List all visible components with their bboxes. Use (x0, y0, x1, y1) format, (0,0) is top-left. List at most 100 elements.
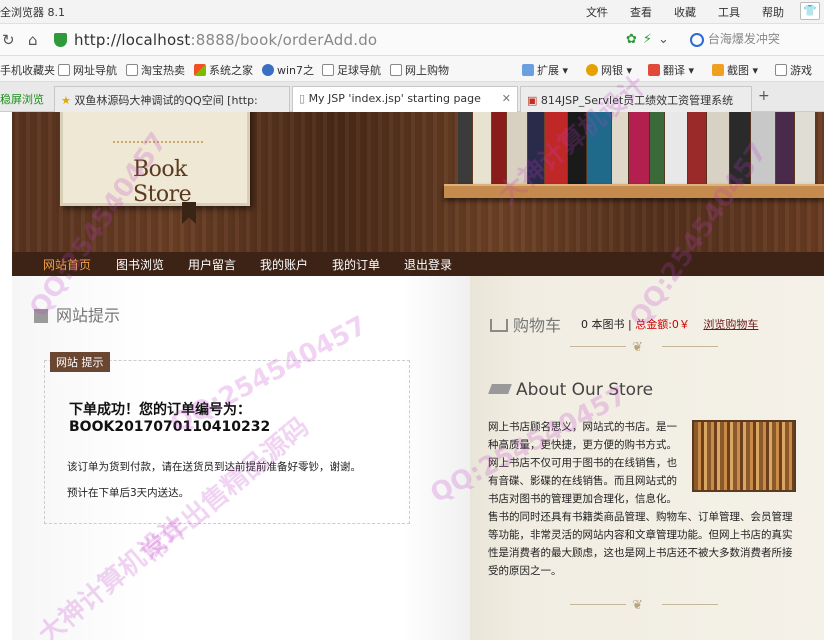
close-icon[interactable]: ✕ (502, 92, 511, 105)
tab-servlet[interactable]: ▣ 814JSP_Servlet员工绩效工资管理系统 (520, 86, 752, 112)
dropdown-icon[interactable]: ⌄ (658, 32, 669, 47)
fav-taobao[interactable]: 淘宝热卖 (126, 62, 185, 78)
security-shield-icon (54, 33, 67, 47)
fav-translate[interactable]: 翻译 ▾ (648, 62, 694, 78)
search-text: 台海爆发冲突 (707, 32, 780, 46)
address-bar: ↻ ⌂ http://localhost:8888/book/orderAdd.… (0, 24, 824, 56)
divider-line (570, 604, 626, 605)
cart-total: 总金额:0￥ (635, 318, 690, 331)
menu-help[interactable]: 帮助 (762, 4, 784, 20)
site-banner: Book Store (12, 112, 824, 252)
fav-mobile[interactable]: 手机收藏夹 (0, 62, 55, 78)
menu-file[interactable]: 文件 (586, 4, 608, 20)
menu-view[interactable]: 查看 (630, 4, 652, 20)
speed-icon[interactable]: ⚡ (643, 32, 652, 47)
star-icon: ★ (61, 94, 71, 107)
menu-favorites[interactable]: 收藏 (674, 4, 696, 20)
tab-label: 814JSP_Servlet员工绩效工资管理系统 (540, 94, 734, 107)
cart-summary: 0 本图书 | 总金额:0￥ 浏览购物车 (581, 316, 758, 332)
payment-note: 该订单为货到付款，请在送货员到达前提前准备好零钞，谢谢。 (67, 461, 361, 473)
web-page: Book Store 网站首页 图书浏览 用户留言 我的账户 我的订单 退出登录… (0, 112, 824, 640)
favorites-bar: 手机收藏夹 网址导航 淘宝热卖 系统之家 win7之 足球导航 网上购物 扩展 … (0, 56, 824, 82)
new-tab-icon[interactable]: + (758, 88, 770, 104)
fav-shopping[interactable]: 网上购物 (390, 62, 449, 78)
cube-icon (34, 309, 48, 323)
nav-logout[interactable]: 退出登录 (404, 256, 452, 273)
nav-account[interactable]: 我的账户 (260, 256, 308, 273)
notice-tag: 网站 提示 (50, 352, 110, 372)
menu-bar: 文件 查看 收藏 工具 帮助 (564, 4, 784, 20)
tab-label: 双鱼林源码大神调试的QQ空间 [http: (74, 94, 258, 107)
bird-icon (262, 64, 274, 76)
skin-icon[interactable]: 👕 (800, 2, 820, 20)
search-box[interactable]: 台海爆发冲突 (690, 30, 820, 50)
books-icon (488, 384, 512, 394)
about-heading: About Our Store (488, 380, 654, 400)
tab-label: My JSP 'index.jsp' starting page (308, 92, 481, 105)
menu-tools[interactable]: 工具 (718, 4, 740, 20)
home-icon[interactable]: ⌂ (28, 31, 38, 49)
url-field[interactable]: http://localhost:8888/book/orderAdd.do (74, 31, 377, 49)
tab-bar: 稳屏浏览 ★ 双鱼林源码大神调试的QQ空间 [http: ▯ My JSP 'i… (0, 82, 824, 112)
fav-football[interactable]: 足球导航 (322, 62, 381, 78)
page-icon: ▯ (299, 92, 306, 105)
fav-nav[interactable]: 网址导航 (58, 62, 117, 78)
order-number: BOOK2017070110410232 (69, 419, 271, 435)
fav-xitong[interactable]: 系统之家 (194, 62, 253, 78)
nav-books[interactable]: 图书浏览 (116, 256, 164, 273)
about-title: About Our Store (516, 380, 654, 400)
fav-screenshot[interactable]: 截图 ▾ (712, 62, 758, 78)
flourish-icon: ❦ (632, 598, 643, 613)
bookshelf-plank (444, 184, 824, 198)
logo-book: Book Store (60, 112, 250, 207)
tab-qq-space[interactable]: ★ 双鱼林源码大神调试的QQ空间 [http: (54, 86, 290, 112)
main-content: 网站提示 下单成功！您的订单编号为： BOOK2017070110410232 … (12, 276, 470, 640)
divider-line (570, 346, 626, 347)
tab-first-label[interactable]: 稳屏浏览 (0, 91, 44, 107)
fav-games[interactable]: 游戏 (775, 62, 812, 78)
fav-bank[interactable]: 网银 ▾ (586, 62, 632, 78)
fav-label: 手机收藏夹 (0, 64, 55, 77)
url-path: :8888/book/orderAdd.do (190, 31, 378, 49)
reload-green-icon[interactable]: ✿ (626, 32, 637, 47)
tab-jsp-index[interactable]: ▯ My JSP 'index.jsp' starting page ✕ (292, 86, 518, 112)
fav-extensions[interactable]: 扩展 ▾ (522, 62, 568, 78)
bookshelf-books (458, 112, 824, 184)
flourish-icon: ❦ (632, 340, 643, 355)
notice-heading-text: 网站提示 (56, 306, 121, 325)
refresh-icon[interactable]: ↻ (2, 31, 15, 49)
ornament-decoration (113, 113, 203, 143)
sidebar: 购物车 0 本图书 | 总金额:0￥ 浏览购物车 ❦ About Our Sto… (470, 276, 824, 640)
fav-label: 足球导航 (337, 64, 381, 77)
nav-home[interactable]: 网站首页 (43, 256, 91, 273)
bookshelf-image (692, 420, 796, 492)
site-nav: 网站首页 图书浏览 用户留言 我的账户 我的订单 退出登录 (12, 252, 824, 276)
fav-label: 翻译 (663, 64, 685, 77)
cart-count: 0 本图书 | (581, 318, 632, 331)
search-engine-icon (690, 32, 704, 47)
nav-orders[interactable]: 我的订单 (332, 256, 380, 273)
browser-titlebar: 全浏览器 8.1 › 文件 查看 收藏 工具 帮助 👕 (0, 0, 824, 24)
about-text: 网上书店顾名思义，网站式的书店。是一种高质量，更快捷，更方便的购书方式。网上书店… (488, 418, 796, 580)
fav-label: 网银 (601, 64, 623, 77)
scissors-icon (712, 64, 724, 76)
fav-label: 游戏 (790, 64, 812, 77)
divider-line (662, 346, 718, 347)
notice-box: 下单成功！您的订单编号为： BOOK2017070110410232 该订单为货… (44, 360, 410, 524)
site-logo-text: Book Store (133, 157, 192, 207)
url-host: http://localhost (74, 31, 191, 49)
translate-icon (648, 64, 660, 76)
fav-label: win7之 (277, 64, 315, 77)
address-actions: ✿ ⚡ ⌄ (626, 32, 669, 47)
fav-label: 网址导航 (73, 64, 117, 77)
grid-icon (522, 64, 534, 76)
bank-icon (586, 64, 598, 76)
view-cart-link[interactable]: 浏览购物车 (703, 318, 758, 331)
nav-messages[interactable]: 用户留言 (188, 256, 236, 273)
page-icon (390, 64, 402, 76)
fav-label: 淘宝热卖 (141, 64, 185, 77)
fav-win7[interactable]: win7之 (262, 62, 314, 78)
app-title: 全浏览器 8.1 (0, 6, 65, 19)
divider-line (662, 604, 718, 605)
site-icon: ▣ (527, 94, 538, 107)
